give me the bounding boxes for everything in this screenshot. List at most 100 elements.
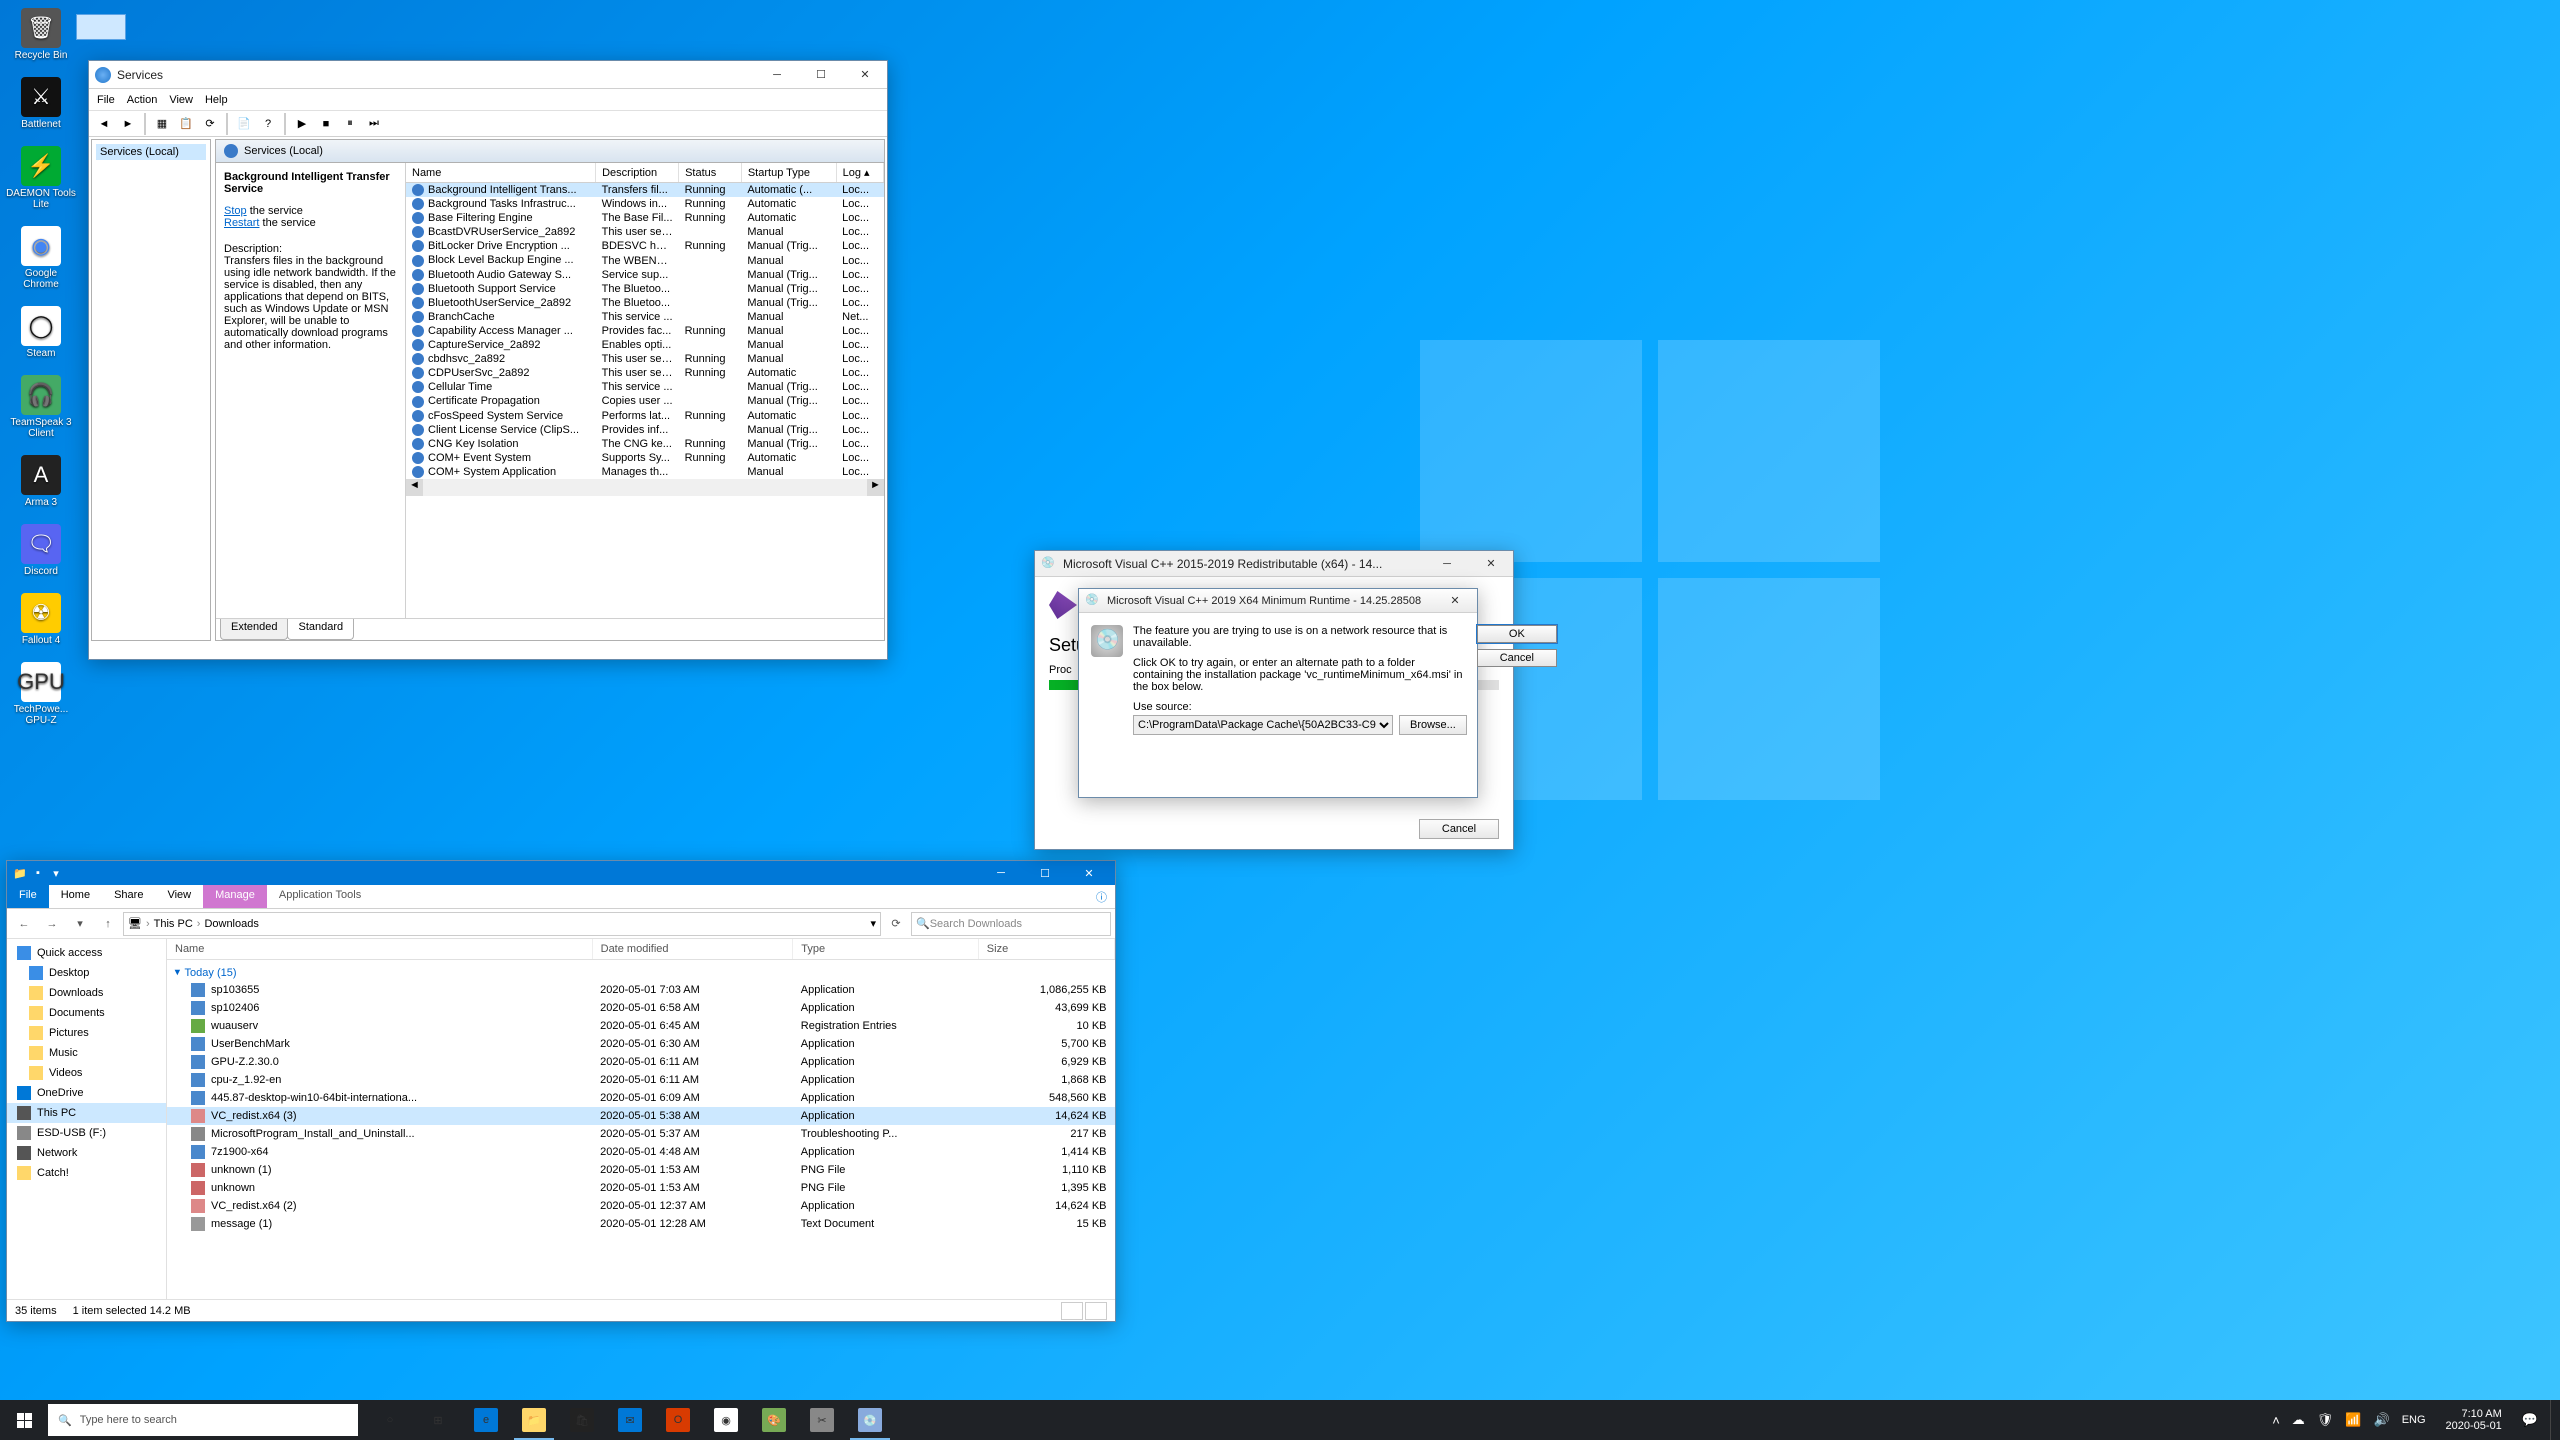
column-header[interactable]: Size: [978, 939, 1114, 960]
service-row[interactable]: BluetoothUserService_2a892The Bluetoo...…: [406, 296, 884, 310]
menu-help[interactable]: Help: [205, 94, 228, 106]
desktop-icon[interactable]: ◯Steam: [6, 306, 76, 359]
minimize-button[interactable]: ─: [755, 61, 799, 89]
taskbar-explorer[interactable]: 📁: [510, 1400, 558, 1440]
column-header[interactable]: Type: [793, 939, 979, 960]
tray-language[interactable]: ENG: [2402, 1414, 2426, 1426]
qat-item[interactable]: ▾: [47, 867, 65, 880]
close-button[interactable]: ✕: [1469, 550, 1513, 578]
service-row[interactable]: Capability Access Manager ...Provides fa…: [406, 324, 884, 338]
menu-view[interactable]: View: [169, 94, 193, 106]
file-row[interactable]: wuauserv2020-05-01 6:45 AMRegistration E…: [167, 1017, 1115, 1035]
nav-item[interactable]: OneDrive: [7, 1083, 166, 1103]
file-row[interactable]: cpu-z_1.92-en2020-05-01 6:11 AMApplicati…: [167, 1071, 1115, 1089]
view-icons-button[interactable]: [1085, 1302, 1107, 1320]
help-icon[interactable]: ⓘ: [1088, 885, 1115, 908]
taskbar-search[interactable]: 🔍Type here to search: [48, 1404, 358, 1436]
maximize-button[interactable]: ☐: [1023, 859, 1067, 887]
desktop-icon[interactable]: AArma 3: [6, 455, 76, 508]
file-row[interactable]: VC_redist.x64 (2)2020-05-01 12:37 AMAppl…: [167, 1197, 1115, 1215]
taskbar-snip[interactable]: ✂: [798, 1400, 846, 1440]
tab-application-tools[interactable]: Application Tools: [267, 885, 373, 908]
file-row[interactable]: message (1)2020-05-01 12:28 AMText Docum…: [167, 1215, 1115, 1233]
service-row[interactable]: BcastDVRUserService_2a892This user ser..…: [406, 225, 884, 239]
breadcrumb-bar[interactable]: 🖥 › This PC › Downloads ▾: [123, 912, 881, 936]
service-row[interactable]: Certificate PropagationCopies user ...Ma…: [406, 394, 884, 408]
nav-back-button[interactable]: ←: [11, 912, 37, 936]
taskbar-mail[interactable]: ✉: [606, 1400, 654, 1440]
desktop-icon[interactable]: ⚡DAEMON Tools Lite: [6, 146, 76, 210]
tray-chevron-icon[interactable]: ˄: [2272, 1413, 2280, 1428]
column-header[interactable]: Description: [596, 163, 679, 183]
browse-button[interactable]: Browse...: [1399, 715, 1467, 735]
refresh-button[interactable]: ⟳: [883, 912, 909, 936]
service-row[interactable]: CDPUserSvc_2a892This user ser...RunningA…: [406, 366, 884, 380]
tab-extended[interactable]: Extended: [220, 619, 288, 640]
desktop-icon[interactable]: GPUTechPowe... GPU-Z: [6, 662, 76, 726]
file-row[interactable]: UserBenchMark2020-05-01 6:30 AMApplicati…: [167, 1035, 1115, 1053]
taskbar-edge[interactable]: e: [462, 1400, 510, 1440]
nav-item[interactable]: Network: [7, 1143, 166, 1163]
minimize-button[interactable]: ─: [979, 859, 1023, 887]
nav-item[interactable]: Catch!: [7, 1163, 166, 1183]
service-row[interactable]: Background Intelligent Trans...Transfers…: [406, 183, 884, 198]
tab-share[interactable]: Share: [102, 885, 155, 908]
horizontal-scrollbar[interactable]: ◄►: [406, 479, 884, 496]
service-row[interactable]: Bluetooth Support ServiceThe Bluetoo...M…: [406, 282, 884, 296]
restart-link[interactable]: Restart: [224, 217, 259, 229]
column-header[interactable]: Date modified: [592, 939, 793, 960]
qat-item[interactable]: ▪: [29, 867, 47, 879]
service-row[interactable]: Bluetooth Audio Gateway S...Service sup.…: [406, 268, 884, 282]
nav-fwd-button[interactable]: ►: [117, 113, 139, 135]
ok-button[interactable]: OK: [1477, 625, 1557, 643]
file-row[interactable]: MicrosoftProgram_Install_and_Uninstall..…: [167, 1125, 1115, 1143]
menu-action[interactable]: Action: [127, 94, 158, 106]
service-row[interactable]: Base Filtering EngineThe Base Fil...Runn…: [406, 211, 884, 225]
show-desktop-button[interactable]: [2550, 1400, 2556, 1440]
play-button[interactable]: ▶: [291, 113, 313, 135]
nav-fwd-button[interactable]: →: [39, 912, 65, 936]
file-row[interactable]: unknown (1)2020-05-01 1:53 AMPNG File1,1…: [167, 1161, 1115, 1179]
column-header[interactable]: Name: [406, 163, 596, 183]
crumb-downloads[interactable]: Downloads: [204, 918, 258, 930]
service-row[interactable]: COM+ System ApplicationManages th...Manu…: [406, 465, 884, 479]
service-row[interactable]: Client License Service (ClipS...Provides…: [406, 423, 884, 437]
nav-item[interactable]: Videos: [7, 1063, 166, 1083]
search-input[interactable]: 🔍 Search Downloads: [911, 912, 1111, 936]
stop-button[interactable]: ■: [315, 113, 337, 135]
service-row[interactable]: Cellular TimeThis service ...Manual (Tri…: [406, 380, 884, 394]
help-button[interactable]: ?: [257, 113, 279, 135]
nav-item[interactable]: Pictures: [7, 1023, 166, 1043]
tab-view[interactable]: View: [155, 885, 203, 908]
start-button[interactable]: [0, 1400, 48, 1440]
properties-button[interactable]: 📄: [233, 113, 255, 135]
tray-notifications-icon[interactable]: 💬: [2522, 1412, 2538, 1428]
service-row[interactable]: Background Tasks Infrastruc...Windows in…: [406, 197, 884, 211]
desktop-icon[interactable]: 🗨Discord: [6, 524, 76, 577]
desktop-icon[interactable]: ☢Fallout 4: [6, 593, 76, 646]
taskbar-store[interactable]: 🛍: [558, 1400, 606, 1440]
file-row[interactable]: VC_redist.x64 (3)2020-05-01 5:38 AMAppli…: [167, 1107, 1115, 1125]
nav-item[interactable]: Documents: [7, 1003, 166, 1023]
nav-recent-button[interactable]: ▾: [67, 912, 93, 936]
stop-link[interactable]: Stop: [224, 205, 247, 217]
desktop-icon[interactable]: 🗑Recycle Bin: [6, 8, 76, 61]
tray-network-icon[interactable]: 📶: [2345, 1412, 2361, 1428]
desktop-icon[interactable]: 🎧TeamSpeak 3 Client: [6, 375, 76, 439]
pause-button[interactable]: ⏸: [339, 113, 361, 135]
export-button[interactable]: 📋: [175, 113, 197, 135]
service-row[interactable]: BranchCacheThis service ...ManualNet...: [406, 310, 884, 324]
close-button[interactable]: ✕: [1433, 587, 1477, 615]
tab-standard[interactable]: Standard: [287, 619, 354, 640]
column-header[interactable]: Status: [679, 163, 742, 183]
nav-item[interactable]: Music: [7, 1043, 166, 1063]
tray-clock[interactable]: 7:10 AM 2020-05-01: [2438, 1408, 2510, 1432]
tab-manage[interactable]: Manage: [203, 885, 267, 908]
taskbar-installer[interactable]: 💿: [846, 1400, 894, 1440]
file-row[interactable]: 445.87-desktop-win10-64bit-internationa.…: [167, 1089, 1115, 1107]
refresh-button[interactable]: ⟳: [199, 113, 221, 135]
show-hide-button[interactable]: ▦: [151, 113, 173, 135]
tab-home[interactable]: Home: [49, 885, 102, 908]
tab-file[interactable]: File: [7, 885, 49, 908]
menu-file[interactable]: File: [97, 94, 115, 106]
